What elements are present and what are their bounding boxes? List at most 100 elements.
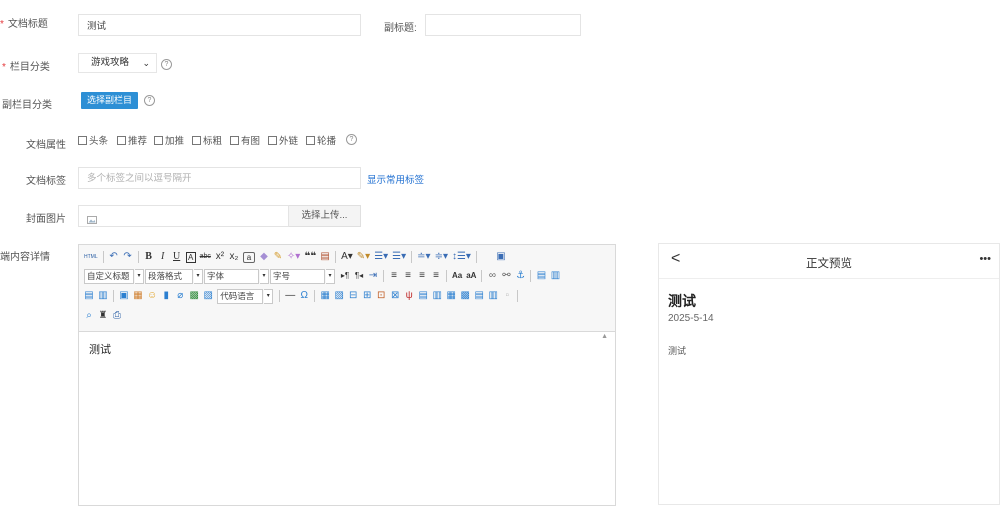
format-brush-icon[interactable]: ✎ — [273, 251, 283, 263]
undo-icon[interactable]: ↶ — [109, 251, 119, 263]
dropdown-arrow-icon[interactable]: ▾ — [194, 268, 203, 284]
font-size-select[interactable]: 字号 — [270, 268, 325, 284]
align-center-icon[interactable]: ≡ — [403, 270, 413, 282]
bold-icon[interactable]: B — [144, 251, 154, 263]
attr-has-image[interactable]: 有图 — [230, 134, 260, 147]
image-none-icon[interactable]: ▥ — [98, 290, 108, 302]
autotype-icon[interactable]: a — [242, 251, 255, 263]
subtitle-input[interactable] — [425, 14, 581, 36]
title-input[interactable] — [78, 14, 361, 36]
clear-doc-icon[interactable]: ▫ — [502, 290, 512, 302]
find-icon[interactable]: ♜ — [98, 310, 108, 322]
blockquote-icon[interactable]: ❝❝ — [304, 251, 316, 263]
split-cells-icon[interactable]: ψ — [404, 290, 414, 302]
row-spacing-top-icon[interactable]: ≐▾ — [417, 251, 430, 263]
rtl-direction-icon[interactable]: ¶◂ — [354, 270, 364, 282]
line-height-icon[interactable]: ↕☰▾ — [452, 251, 471, 263]
checkbox[interactable] — [268, 135, 277, 145]
insert-video-icon[interactable]: ▮ — [161, 290, 171, 302]
attr-bold[interactable]: 标粗 — [192, 134, 222, 147]
checkbox[interactable] — [230, 135, 239, 145]
more-icon[interactable]: ••• — [979, 253, 991, 265]
search-replace-icon[interactable]: ⌕ — [84, 310, 94, 322]
horizontal-rule-icon[interactable]: — — [285, 290, 295, 302]
checkbox[interactable] — [192, 135, 201, 145]
font-color-icon[interactable]: A▾ — [341, 251, 353, 263]
preview-icon[interactable]: ▣ — [496, 251, 506, 263]
checkbox[interactable] — [154, 135, 163, 145]
checkbox[interactable] — [117, 135, 126, 145]
dropdown-arrow-icon[interactable]: ▾ — [260, 268, 269, 284]
table-row-icon[interactable]: ▤ — [418, 290, 428, 302]
superscript-icon[interactable]: x² — [215, 251, 225, 263]
paragraph-format-select[interactable]: 段落格式 — [145, 268, 193, 284]
dropdown-arrow-icon[interactable]: ▾ — [326, 268, 335, 284]
dropdown-arrow-icon[interactable]: ▾ — [264, 288, 274, 304]
custom-title-select[interactable]: 自定义标题 — [84, 268, 134, 284]
font-border-icon[interactable]: A — [185, 251, 196, 263]
attr-carousel[interactable]: 轮播 — [306, 134, 336, 147]
show-common-tags-link[interactable]: 显示常用标签 — [367, 172, 424, 186]
code-language-select[interactable]: 代码语言 — [217, 288, 264, 304]
background-color-icon[interactable]: ✎▾ — [357, 251, 370, 263]
table-delete-row-icon[interactable]: ▤ — [474, 290, 484, 302]
dropdown-arrow-icon[interactable]: ▾ — [135, 268, 144, 284]
special-chars-icon[interactable]: Ω — [299, 290, 309, 302]
attr-recommend[interactable]: 推荐 — [117, 134, 147, 147]
uppercase-icon[interactable]: Aa — [452, 270, 462, 282]
redo-icon[interactable]: ↷ — [123, 251, 133, 263]
strikethrough-icon[interactable]: abc — [200, 251, 211, 263]
attr-boost[interactable]: 加推 — [154, 134, 184, 147]
upload-button[interactable]: 选择上传... — [289, 205, 361, 227]
print-icon[interactable]: ⎙ — [112, 310, 122, 322]
align-left-icon[interactable]: ≡ — [389, 270, 399, 282]
emotion-icon[interactable]: ☺ — [147, 290, 157, 302]
category-help-icon[interactable]: ? — [161, 59, 172, 70]
link-icon[interactable]: ∞ — [487, 270, 497, 282]
paste-plain-icon[interactable]: ▤ — [320, 251, 330, 263]
align-right-icon[interactable]: ≡ — [417, 270, 427, 282]
editor-content[interactable]: 测试 — [89, 341, 111, 357]
html-source-icon[interactable]: HTML — [84, 251, 98, 263]
font-family-select[interactable]: 字体 — [204, 268, 259, 284]
merge-cells-icon[interactable]: ⊠ — [390, 290, 400, 302]
table-split-row-icon[interactable]: ▦ — [446, 290, 456, 302]
delete-table-icon[interactable]: ▧ — [334, 290, 344, 302]
ordered-list-icon[interactable]: ☰▾ — [374, 251, 388, 263]
tags-input[interactable] — [78, 167, 361, 189]
table-split-col-icon[interactable]: ▩ — [460, 290, 470, 302]
map-icon[interactable]: ▩ — [189, 290, 199, 302]
insert-image-icon[interactable]: ▣ — [119, 290, 129, 302]
cover-image-field[interactable] — [78, 205, 289, 227]
align-justify-icon[interactable]: ≡ — [431, 270, 441, 282]
table-delete-col-icon[interactable]: ▥ — [488, 290, 498, 302]
attachment-icon[interactable]: ⌀ — [175, 290, 185, 302]
anchor-icon[interactable]: ⚓ — [515, 270, 525, 282]
image-float-left-icon[interactable]: ▤ — [536, 270, 546, 282]
scroll-up-icon[interactable]: ▲ — [601, 333, 608, 340]
image-center-icon[interactable]: ▤ — [84, 290, 94, 302]
subcategory-help-icon[interactable]: ? — [144, 95, 155, 106]
row-spacing-bottom-icon[interactable]: ≑▾ — [435, 251, 448, 263]
select-subcategory-button[interactable]: 选择副栏目 — [81, 92, 139, 109]
checkbox[interactable] — [78, 135, 87, 145]
eraser-icon[interactable]: ◆ — [259, 251, 269, 263]
insert-caption-icon[interactable]: ⊟ — [348, 290, 358, 302]
rich-text-editor[interactable]: HTML ↶ ↷ B I U A abc x² x₂ a ◆ ✎ ✧▾ ❝❝ ▤… — [78, 244, 616, 506]
unlink-icon[interactable]: ⚯ — [501, 270, 511, 282]
multi-image-icon[interactable]: ▦ — [133, 290, 143, 302]
ltr-direction-icon[interactable]: ▸¶ — [340, 270, 350, 282]
unordered-list-icon[interactable]: ☰▾ — [392, 251, 406, 263]
attributes-help-icon[interactable]: ? — [346, 134, 357, 145]
category-select[interactable]: 游戏攻略 ⌄ — [78, 53, 157, 73]
page-break-icon[interactable]: ▧ — [203, 290, 213, 302]
insert-col-icon[interactable]: ⊡ — [376, 290, 386, 302]
checkbox[interactable] — [306, 135, 315, 145]
attr-external-link[interactable]: 外链 — [268, 134, 298, 147]
attr-headline[interactable]: 头条 — [78, 134, 108, 147]
image-float-right-icon[interactable]: ▥ — [550, 270, 560, 282]
table-col-icon[interactable]: ▥ — [432, 290, 442, 302]
auto-format-icon[interactable]: ✧▾ — [287, 251, 300, 263]
insert-table-icon[interactable]: ▦ — [320, 290, 330, 302]
indent-icon[interactable]: ⇥ — [368, 270, 378, 282]
